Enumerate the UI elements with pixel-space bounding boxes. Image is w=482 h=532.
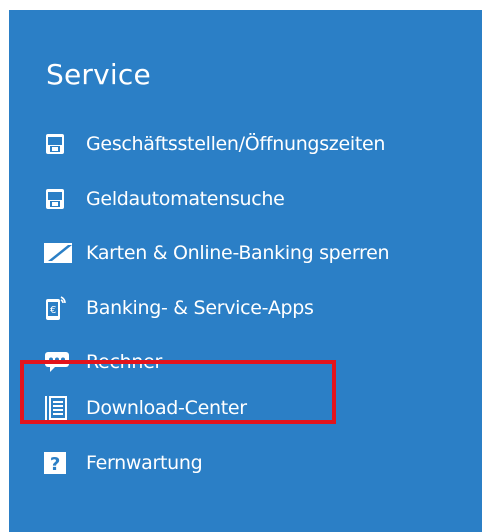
service-item-label: Karten & Online-Banking sperren bbox=[86, 242, 390, 264]
service-item-label: Fernwartung bbox=[86, 452, 203, 474]
service-item-download-center[interactable]: Download-Center bbox=[44, 391, 247, 425]
svg-text:€: € bbox=[50, 305, 56, 316]
service-item-label: Rechner bbox=[86, 351, 162, 373]
branch-icon bbox=[44, 132, 74, 156]
service-item-atm-search[interactable]: Geldautomatensuche bbox=[44, 182, 285, 216]
service-item-label: Download-Center bbox=[86, 397, 247, 419]
question-icon: ? bbox=[44, 451, 74, 475]
block-card-icon bbox=[44, 241, 74, 265]
mobile-app-icon: € bbox=[44, 296, 74, 320]
service-item-label: Geldautomatensuche bbox=[86, 188, 285, 210]
service-title: Service bbox=[46, 58, 151, 91]
service-item-label: Geschäftsstellen/Öffnungszeiten bbox=[86, 133, 386, 155]
service-item-calculator[interactable]: Rechner bbox=[44, 345, 162, 379]
chat-calculator-icon bbox=[44, 350, 74, 374]
service-item-apps[interactable]: € Banking- & Service-Apps bbox=[44, 291, 314, 325]
service-item-branches[interactable]: Geschäftsstellen/Öffnungszeiten bbox=[44, 127, 385, 161]
svg-text:?: ? bbox=[50, 454, 60, 474]
service-item-remote-maintenance[interactable]: ? Fernwartung bbox=[44, 446, 203, 480]
service-item-label: Banking- & Service-Apps bbox=[86, 297, 314, 319]
service-item-block-cards[interactable]: Karten & Online-Banking sperren bbox=[44, 236, 390, 270]
atm-icon bbox=[44, 187, 74, 211]
document-icon bbox=[44, 396, 74, 420]
service-panel: Service Geschäftsstellen/Öffnungszeiten … bbox=[9, 10, 482, 532]
